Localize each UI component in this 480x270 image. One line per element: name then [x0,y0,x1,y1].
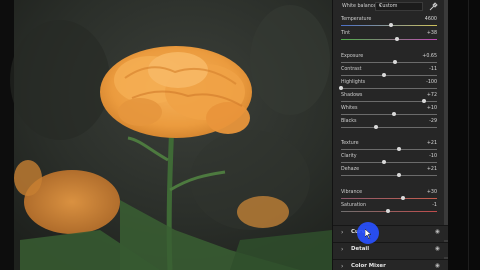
vibrance-track[interactable] [341,198,437,199]
section-detail[interactable]: › Detail ◉ [333,242,448,257]
clarity-knob[interactable] [382,160,387,164]
right-gutter [448,0,480,270]
texture-label: Texture [341,141,359,146]
slider-exposure[interactable]: Exposure +0.65 [341,54,437,64]
slider-blacks[interactable]: Blacks -29 [341,119,437,129]
dehaze-knob[interactable] [396,173,401,177]
vibrance-label: Vibrance [341,190,363,195]
slider-dehaze[interactable]: Dehaze +21 [341,167,437,177]
tint-value[interactable]: +38 [427,31,437,36]
clarity-value[interactable]: -10 [429,154,437,159]
slider-tint[interactable]: Tint +38 [341,31,437,41]
slider-shadows[interactable]: Shadows +72 [341,93,437,103]
dehaze-label: Dehaze [341,167,360,172]
contrast-knob[interactable] [382,73,387,77]
saturation-label: Saturation [341,203,367,208]
dehaze-track[interactable] [341,175,437,176]
chevron-right-icon: › [341,246,344,253]
saturation-value[interactable]: -1 [432,203,437,208]
section-color-mixer[interactable]: › Color Mixer ◉ [333,259,448,270]
marigold-photo [10,0,332,270]
white-balance-select[interactable]: Custom ▾ [375,2,423,11]
temperature-label: Temperature [341,17,372,22]
temperature-value[interactable]: 4600 [425,17,437,22]
saturation-knob[interactable] [386,209,391,213]
blacks-value[interactable]: -29 [429,119,437,124]
vibrance-knob[interactable] [401,196,406,200]
exposure-value[interactable]: +0.65 [422,54,437,59]
shadows-label: Shadows [341,93,363,98]
texture-value[interactable]: +21 [427,141,437,146]
cursor-arrow-icon [365,229,372,239]
section-title-color-mixer: Color Mixer [351,263,386,269]
exposure-label: Exposure [341,54,364,59]
contrast-track[interactable] [341,75,437,76]
whites-track[interactable] [341,114,437,115]
chevron-right-icon: › [341,263,344,270]
section-title-detail: Detail [351,246,370,252]
photo-editor-window: White balance Custom ▾ Temperature 4600 … [0,0,480,270]
contrast-value[interactable]: -11 [429,67,437,72]
chevron-down-icon: ▾ [379,4,382,9]
slider-saturation[interactable]: Saturation -1 [341,203,437,213]
eye-icon[interactable]: ◉ [435,246,440,252]
slider-clarity[interactable]: Clarity -10 [341,154,437,164]
slider-temperature[interactable]: Temperature 4600 [341,17,437,27]
blacks-knob[interactable] [373,125,378,129]
slider-highlights[interactable]: Highlights -100 [339,80,437,90]
whites-knob[interactable] [391,112,396,116]
highlights-track[interactable] [341,88,437,89]
whites-value[interactable]: +10 [427,106,437,111]
slider-texture[interactable]: Texture +21 [341,141,437,151]
highlights-label: Highlights [341,80,366,85]
shadows-knob[interactable] [421,99,426,103]
eye-icon[interactable]: ◉ [435,229,440,235]
tint-knob[interactable] [394,37,399,41]
image-canvas[interactable] [0,0,332,270]
clarity-label: Clarity [341,154,357,159]
texture-knob[interactable] [396,147,401,151]
highlights-value[interactable]: -100 [426,80,437,85]
tint-track[interactable] [341,39,437,40]
chevron-right-icon: › [341,229,344,236]
contrast-label: Contrast [341,67,362,72]
highlights-knob[interactable] [339,86,343,90]
eyedropper-icon[interactable] [428,2,438,11]
exposure-knob[interactable] [392,60,397,64]
section-curve[interactable]: › Curve ◉ [333,225,448,240]
temperature-knob[interactable] [388,23,393,27]
eye-icon[interactable]: ◉ [435,263,440,269]
clarity-track[interactable] [341,162,437,163]
vibrance-value[interactable]: +30 [427,190,437,195]
shadows-value[interactable]: +72 [427,93,437,98]
dehaze-value[interactable]: +21 [427,167,437,172]
tint-label: Tint [341,31,351,36]
texture-track[interactable] [341,149,437,150]
blacks-label: Blacks [341,119,357,124]
exposure-track[interactable] [341,62,437,63]
slider-contrast[interactable]: Contrast -11 [341,67,437,77]
slider-whites[interactable]: Whites +10 [341,106,437,116]
white-balance-label: White balance [342,4,377,9]
blacks-track[interactable] [341,127,437,128]
slider-vibrance[interactable]: Vibrance +30 [341,190,437,200]
whites-label: Whites [341,106,358,111]
mouse-cursor-highlight [357,222,379,244]
